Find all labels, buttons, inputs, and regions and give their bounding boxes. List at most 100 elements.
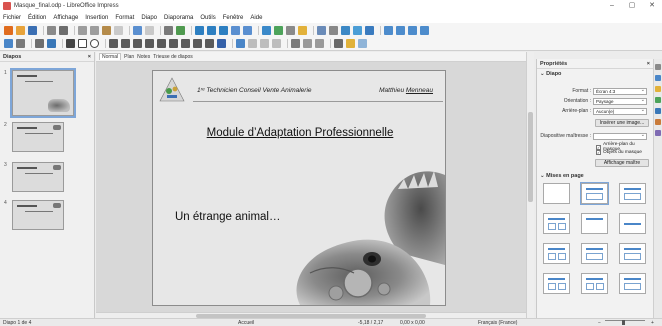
animation-tab-icon[interactable] (655, 119, 661, 125)
orientation-select[interactable]: Paysage (593, 97, 647, 105)
layout-title-content[interactable] (619, 183, 646, 204)
new-document-icon[interactable] (4, 25, 13, 35)
display-views-icon[interactable] (207, 25, 216, 35)
spellcheck-icon[interactable] (176, 25, 185, 35)
stars-icon[interactable] (205, 39, 214, 48)
menu-aide[interactable]: Aide (250, 15, 262, 21)
new-slide-icon[interactable] (384, 25, 393, 35)
properties-close-icon[interactable]: × (647, 61, 650, 67)
copy-icon[interactable] (90, 25, 99, 35)
arrange-icon[interactable] (260, 39, 269, 48)
layout-title-only[interactable] (581, 213, 608, 234)
menu-insertion[interactable]: Insertion (85, 15, 108, 21)
insert-hyperlink-icon[interactable] (353, 25, 362, 35)
master-view-button[interactable]: Affichage maître (595, 159, 649, 167)
slide-thumbnail-3[interactable] (12, 162, 64, 192)
slide-canvas[interactable]: 1ʳᵉ Technicien Conseil Vente Animalerie … (152, 70, 446, 306)
line-color-icon[interactable] (35, 39, 44, 48)
master-slide-select[interactable] (593, 132, 647, 140)
background-select[interactable]: Aucun(e) (593, 107, 647, 115)
lines-arrows-icon[interactable] (109, 39, 118, 48)
layout-title-6-content[interactable] (581, 273, 608, 294)
vertical-scroll-thumb[interactable] (528, 112, 533, 202)
print-icon[interactable] (59, 25, 68, 35)
clone-formatting-icon[interactable] (114, 25, 123, 35)
tab-normal[interactable]: Normal (99, 53, 122, 60)
ellipse-tool-icon[interactable] (90, 39, 99, 48)
zoom-icon[interactable] (16, 39, 25, 48)
show-draw-functions-icon[interactable] (365, 25, 374, 35)
slide-properties-icon[interactable] (420, 25, 429, 35)
undo-icon[interactable] (133, 25, 142, 35)
insert-image-button[interactable]: Insérer une image... (595, 119, 649, 127)
layouts-section-header[interactable]: ⌄ Mises en page (537, 171, 584, 180)
zoom-in-button[interactable]: + (651, 320, 654, 326)
distribute-icon[interactable] (272, 39, 281, 48)
connectors-icon[interactable] (133, 39, 142, 48)
minimize-button[interactable]: – (602, 0, 622, 12)
align-objects-icon[interactable] (248, 39, 257, 48)
menu-affichage[interactable]: Affichage (53, 15, 78, 21)
3d-objects-icon[interactable] (217, 39, 226, 48)
symbol-shapes-icon[interactable] (157, 39, 166, 48)
slide-thumbnail-4[interactable] (12, 200, 64, 230)
layout-title-4-content[interactable] (543, 273, 570, 294)
slide-layout-icon[interactable] (408, 25, 417, 35)
special-character-icon[interactable] (329, 25, 338, 35)
navigator-tab-icon[interactable] (655, 108, 661, 114)
rotate-icon[interactable] (236, 39, 245, 48)
transition-tab-icon[interactable] (655, 130, 661, 136)
curves-icon[interactable] (121, 39, 130, 48)
export-pdf-icon[interactable] (47, 25, 56, 35)
slide-thumbnail-row[interactable]: 4 (4, 200, 64, 230)
restore-button[interactable]: ▢ (622, 0, 642, 12)
slides-panel-close-icon[interactable]: × (88, 54, 91, 60)
zoom-slider-handle[interactable] (622, 320, 625, 325)
master-slide-icon[interactable] (219, 25, 228, 35)
glue-points-icon[interactable] (346, 39, 355, 48)
slide-thumbnail-1[interactable] (10, 68, 76, 118)
menu-edition[interactable]: Édition (28, 15, 46, 21)
close-button[interactable]: ✕ (642, 0, 662, 12)
filter-icon[interactable] (315, 39, 324, 48)
format-select[interactable]: Écran 4:3 (593, 87, 647, 95)
basic-shapes-icon[interactable] (145, 39, 154, 48)
tab-slide-sorter[interactable]: Trieuse de diapos (153, 54, 193, 60)
gallery-tab-icon[interactable] (655, 97, 661, 103)
callouts-icon[interactable] (193, 39, 202, 48)
layout-title-slide[interactable] (580, 182, 609, 205)
iguana-image[interactable] (280, 165, 445, 305)
paste-icon[interactable] (102, 25, 111, 35)
insert-image-icon[interactable] (274, 25, 283, 35)
slide-thumbnail-row[interactable]: 2 (4, 122, 64, 152)
duplicate-slide-icon[interactable] (396, 25, 405, 35)
slide-thumbnail-row[interactable]: 3 (4, 162, 64, 192)
redo-icon[interactable] (145, 25, 154, 35)
slide-title[interactable]: Module d’Adaptation Professionnelle (153, 127, 445, 139)
layout-content-2-content[interactable] (581, 243, 608, 264)
select-arrow-icon[interactable] (4, 39, 13, 48)
master-objects-checkbox[interactable]: ✓ Objets du masque (596, 150, 642, 155)
cut-icon[interactable] (78, 25, 87, 35)
layout-vertical-title[interactable] (619, 273, 646, 294)
open-file-icon[interactable] (16, 25, 25, 35)
save-icon[interactable] (28, 25, 37, 35)
menu-fenetre[interactable]: Fenêtre (223, 15, 244, 21)
toggle-extrusion-icon[interactable] (358, 39, 367, 48)
text-language[interactable]: Français (France) (478, 320, 517, 326)
points-icon[interactable] (334, 39, 343, 48)
layout-2-content-title[interactable] (543, 243, 570, 264)
zoom-slider-track[interactable] (605, 320, 645, 321)
line-tool-icon[interactable] (66, 39, 75, 48)
find-replace-icon[interactable] (164, 25, 173, 35)
display-grid-icon[interactable] (195, 25, 204, 35)
shadow-icon[interactable] (291, 39, 300, 48)
sidebar-settings-icon[interactable] (655, 64, 661, 70)
menu-fichier[interactable]: Fichier (3, 15, 21, 21)
layout-centered-text[interactable] (619, 213, 646, 234)
insert-table-icon[interactable] (262, 25, 271, 35)
insert-media-icon[interactable] (286, 25, 295, 35)
layout-title-2-content[interactable] (543, 213, 570, 234)
tab-notes[interactable]: Notes (137, 54, 150, 60)
vertical-scrollbar[interactable] (526, 52, 534, 318)
